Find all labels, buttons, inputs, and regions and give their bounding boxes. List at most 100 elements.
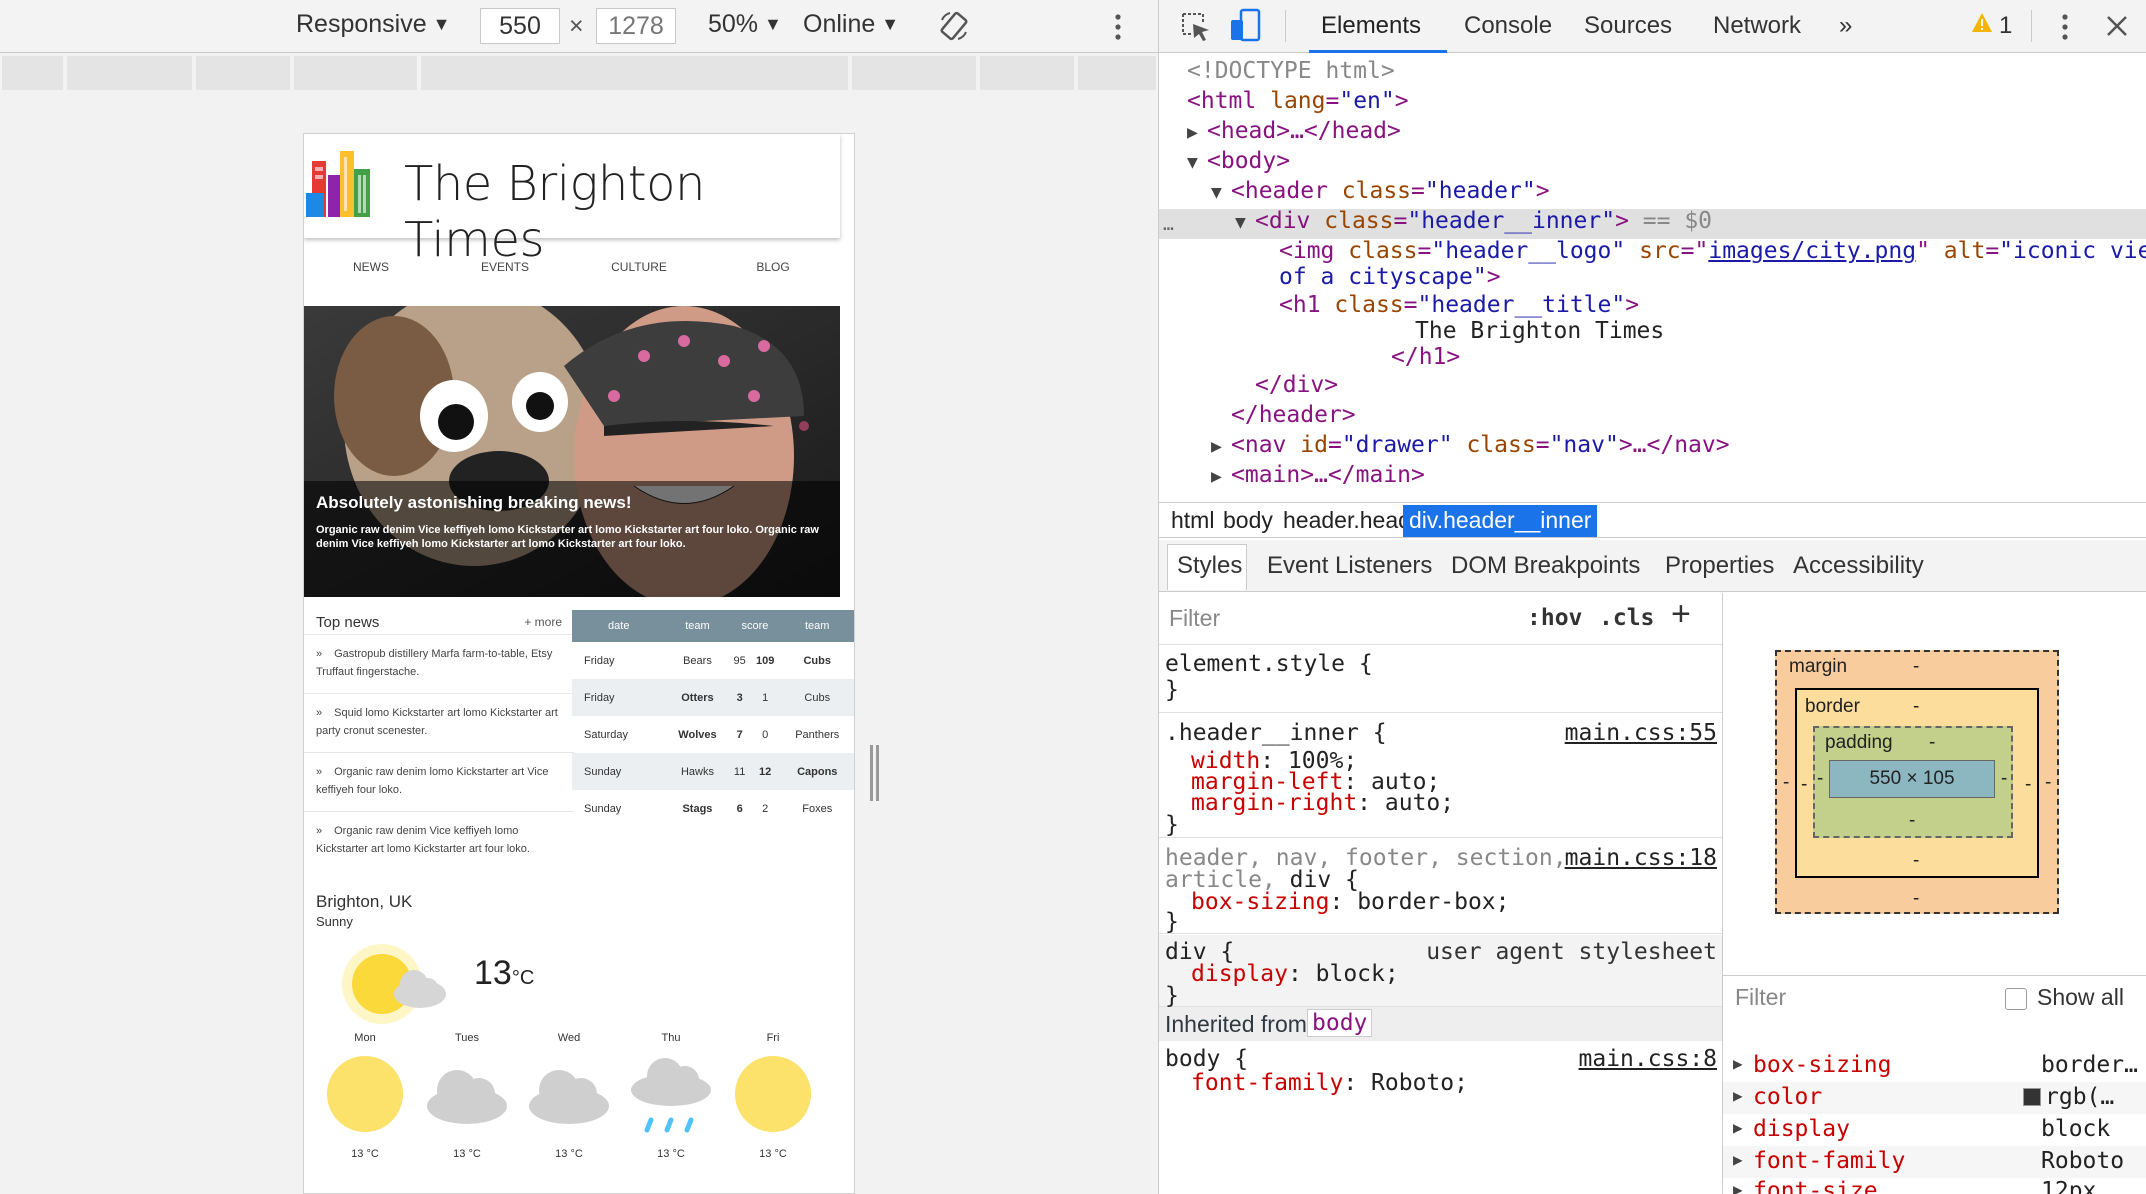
viewport-width-input[interactable]: 550: [480, 8, 560, 44]
img-src-link[interactable]: images/city.png: [1708, 238, 1916, 264]
padding-left-value[interactable]: -: [1817, 768, 1823, 790]
nav-item-blog[interactable]: BLOG: [706, 260, 840, 274]
expand-triangle-icon[interactable]: ▶: [1733, 1180, 1743, 1194]
rule-selector[interactable]: element.style {: [1165, 651, 1373, 677]
list-item[interactable]: » Gastropub distillery Marfa farm-to-tabl…: [304, 634, 574, 693]
warning-icon[interactable]: [1971, 12, 1993, 34]
nav-item-news[interactable]: NEWS: [304, 260, 438, 274]
inspect-element-icon[interactable]: [1179, 10, 1213, 44]
zoom-dropdown[interactable]: 50% ▼: [708, 10, 782, 39]
border-right-value[interactable]: -: [2025, 774, 2031, 796]
dom-node-doctype[interactable]: <!DOCTYPE html>: [1187, 56, 1395, 86]
hov-toggle[interactable]: :hov: [1527, 605, 1582, 631]
close-icon[interactable]: [2105, 14, 2129, 38]
dom-node-body[interactable]: <body>: [1207, 146, 1290, 176]
rule-source-link[interactable]: main.css:18: [1565, 845, 1717, 871]
breadcrumb-html[interactable]: html: [1165, 505, 1220, 537]
computed-property-row[interactable]: ▶ box-sizing border…: [1723, 1050, 2146, 1082]
node-actions-icon[interactable]: …: [1163, 210, 1174, 240]
padding-bottom-value[interactable]: -: [1909, 810, 1915, 832]
more-vert-icon[interactable]: [1112, 12, 1124, 42]
collapse-triangle-icon[interactable]: ▼: [1211, 178, 1222, 208]
computed-property-row[interactable]: ▶ display block: [1723, 1114, 2146, 1146]
color-swatch[interactable]: [2023, 1088, 2041, 1106]
tab-elements[interactable]: Elements: [1321, 12, 1421, 40]
dom-node-main[interactable]: <main>…</main>: [1231, 460, 1425, 490]
tab-styles[interactable]: Styles: [1177, 552, 1242, 580]
collapse-triangle-icon[interactable]: ▼: [1235, 208, 1246, 238]
rotate-icon[interactable]: [938, 10, 970, 42]
nav-item-culture[interactable]: CULTURE: [572, 260, 706, 274]
tab-accessibility[interactable]: Accessibility: [1793, 552, 1924, 580]
cls-toggle[interactable]: .cls: [1599, 605, 1654, 631]
top-news-more-link[interactable]: + more: [524, 615, 562, 629]
more-vert-icon[interactable]: [2059, 12, 2071, 42]
tab-sources[interactable]: Sources: [1584, 12, 1672, 40]
box-model-padding[interactable]: padding - - - - 550 × 105: [1813, 726, 2013, 838]
css-declaration[interactable]: box-sizing: border-box;: [1191, 889, 1510, 915]
expand-triangle-icon[interactable]: ▶: [1211, 432, 1222, 462]
viewport-height-input[interactable]: 1278: [596, 8, 676, 44]
computed-property-row[interactable]: ▶ font-family Roboto: [1723, 1146, 2146, 1178]
expand-triangle-icon[interactable]: ▶: [1733, 1054, 1743, 1073]
padding-right-value[interactable]: -: [2001, 768, 2007, 790]
box-model-border[interactable]: border - - - - padding - - - - 550 × 105: [1795, 688, 2039, 878]
css-prop-value: block;: [1315, 961, 1399, 987]
margin-bottom-value[interactable]: -: [1913, 888, 1919, 910]
inherited-node-link[interactable]: body: [1307, 1009, 1373, 1037]
list-item[interactable]: » Squid lomo Kickstarter art lomo Kicksta…: [304, 693, 574, 752]
attr-value: "iconic view: [1999, 238, 2146, 264]
dom-node-header[interactable]: <header class="header">: [1231, 176, 1550, 206]
tab-dom-breakpoints[interactable]: DOM Breakpoints: [1451, 552, 1640, 580]
list-item[interactable]: » Organic raw denim lomo Kickstarter art …: [304, 752, 574, 811]
breadcrumb-body[interactable]: body: [1217, 505, 1279, 537]
tab-network[interactable]: Network: [1713, 12, 1801, 40]
tab-event-listeners[interactable]: Event Listeners: [1267, 552, 1432, 580]
new-style-rule-button[interactable]: +: [1671, 595, 1691, 634]
list-item[interactable]: » Organic raw denim Vice keffiyeh lomo Ki…: [304, 811, 574, 870]
padding-top-value[interactable]: -: [1929, 732, 1935, 754]
css-declaration[interactable]: font-family: Roboto;: [1191, 1070, 1468, 1096]
border-left-value[interactable]: -: [1801, 774, 1807, 796]
attr-name: id: [1300, 432, 1328, 458]
throttle-dropdown[interactable]: Online ▼: [803, 10, 899, 39]
expand-triangle-icon[interactable]: ▶: [1733, 1086, 1743, 1105]
dom-node-head[interactable]: <head>…</head>: [1207, 116, 1401, 146]
box-model-margin[interactable]: margin - - - - border - - - - padding - …: [1775, 650, 2059, 914]
warning-count[interactable]: 1: [1999, 12, 2012, 40]
device-mode-dropdown[interactable]: Responsive ▼: [296, 10, 450, 39]
expand-triangle-icon[interactable]: ▶: [1733, 1118, 1743, 1137]
expand-triangle-icon[interactable]: ▶: [1211, 462, 1222, 492]
computed-property-row[interactable]: ▶ color rgb(…: [1723, 1082, 2146, 1114]
box-model-content[interactable]: 550 × 105: [1829, 760, 1995, 798]
collapse-triangle-icon[interactable]: ▼: [1187, 148, 1198, 178]
tab-console[interactable]: Console: [1464, 12, 1552, 40]
more-tabs-icon[interactable]: »: [1839, 12, 1852, 40]
border-bottom-value[interactable]: -: [1913, 850, 1919, 872]
dom-node-div-selected[interactable]: <div class="header__inner"> == $0: [1255, 206, 1712, 236]
rule-selector[interactable]: .header__inner {: [1165, 720, 1387, 746]
dom-node-html[interactable]: <html lang="en">: [1187, 86, 1409, 116]
media-query-bar[interactable]: [0, 56, 1158, 90]
computed-filter-input[interactable]: Filter: [1735, 984, 1786, 1011]
styles-filter-input[interactable]: Filter: [1169, 605, 1220, 632]
tab-properties[interactable]: Properties: [1665, 552, 1774, 580]
expand-triangle-icon[interactable]: ▶: [1733, 1150, 1743, 1169]
border-top-value[interactable]: -: [1913, 696, 1919, 718]
rule-source-link[interactable]: main.css:8: [1579, 1046, 1717, 1072]
css-declaration[interactable]: margin-right: auto;: [1191, 790, 1454, 816]
margin-right-value[interactable]: -: [2045, 772, 2051, 794]
rule-source-link[interactable]: main.css:55: [1565, 720, 1717, 746]
dom-node-nav[interactable]: <nav id="drawer" class="nav">…</nav>: [1231, 430, 1730, 460]
breadcrumb-div[interactable]: div.header__inner: [1403, 505, 1598, 537]
rule-selector[interactable]: body {: [1165, 1046, 1248, 1072]
device-toggle-icon[interactable]: [1229, 8, 1263, 44]
viewport-resize-handle[interactable]: [870, 745, 879, 801]
margin-top-value[interactable]: -: [1913, 656, 1919, 678]
nav-item-events[interactable]: EVENTS: [438, 260, 572, 274]
margin-left-value[interactable]: -: [1783, 772, 1789, 794]
hero-story[interactable]: Absolutely astonishing breaking news! Or…: [304, 306, 840, 597]
computed-property-row[interactable]: ▶ font-size 12px: [1723, 1176, 2146, 1194]
expand-triangle-icon[interactable]: ▶: [1187, 118, 1198, 148]
show-all-checkbox[interactable]: [2005, 988, 2027, 1010]
